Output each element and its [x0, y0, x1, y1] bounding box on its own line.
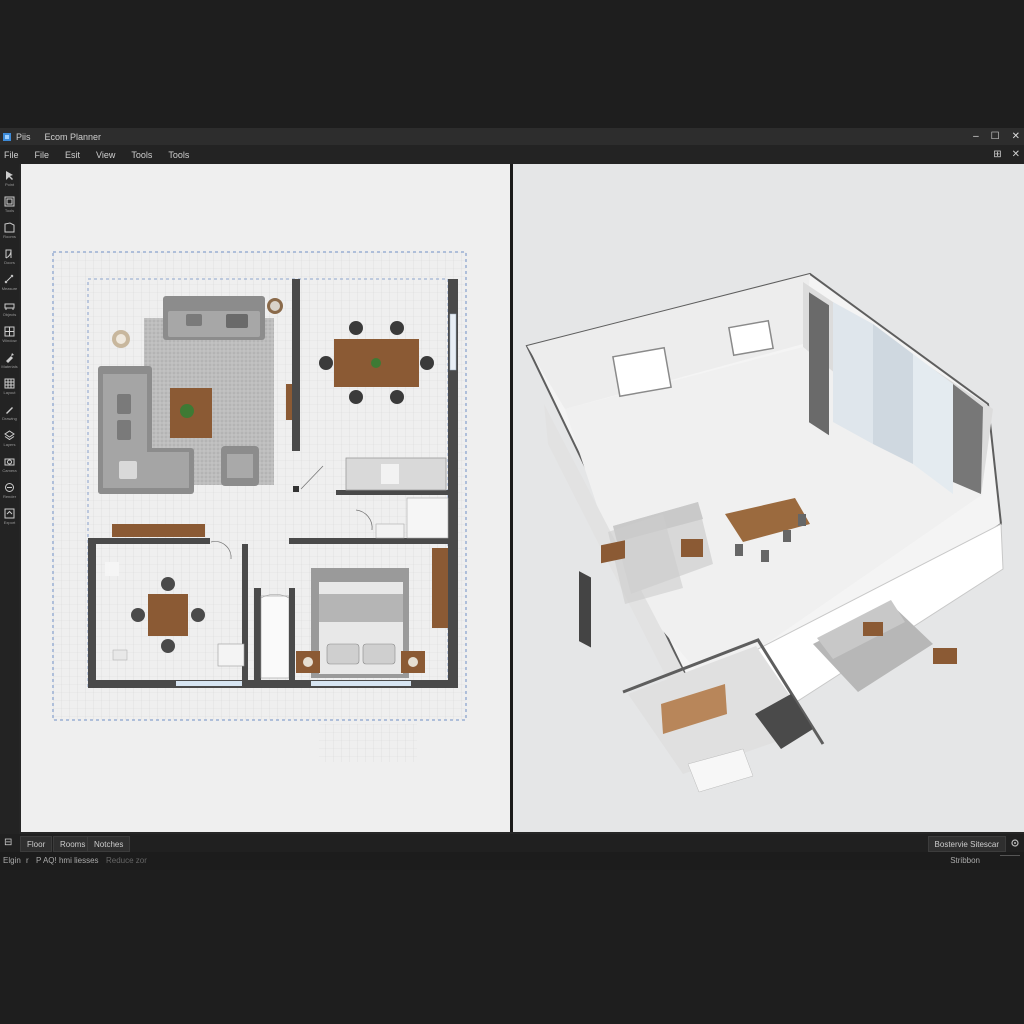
tool-room[interactable]: Rooms: [0, 220, 19, 244]
status-item-2: r: [26, 856, 29, 865]
tool-palette: Point Tools Rooms Doors Measure Objects Window…: [0, 164, 19, 834]
tool-label: Drawing: [2, 416, 17, 421]
tool-paint[interactable]: Materials: [0, 350, 19, 374]
status-bar: Elgin r P AQ! hmi liesses Reduce zor Str…: [0, 852, 1024, 870]
status-scroll-indicator: [1000, 855, 1020, 857]
paint-icon: [6, 353, 14, 363]
tool-select[interactable]: Point: [0, 168, 19, 192]
window-icon: [4, 326, 15, 337]
floor-plan-canvas[interactable]: [21, 164, 510, 832]
tool-furniture[interactable]: Objects: [0, 298, 19, 322]
bottom-tabs-bar: ⊟ Floor Rooms Notches Bostervie Sitescar: [0, 834, 1024, 852]
menu-edit[interactable]: Esit: [65, 150, 80, 160]
tool-label: Rooms: [3, 234, 16, 239]
tool-layer[interactable]: Layers: [0, 428, 19, 452]
tool-label: Render: [2, 494, 17, 499]
tool-door[interactable]: Doors: [0, 246, 19, 270]
app-window: Piis Ecom Planner – ☐ ✕ File File Esit V…: [0, 128, 1024, 870]
menu-bar: File File Esit View Tools Tools ⊞ ✕: [0, 145, 1024, 164]
model-3d-pane[interactable]: [513, 164, 1024, 832]
model-3d-canvas[interactable]: [513, 164, 1024, 832]
tool-camera[interactable]: Camera: [0, 454, 19, 478]
door-icon: [5, 249, 12, 259]
panel-toggle-icon[interactable]: ⊟: [4, 837, 12, 848]
menu-file-1[interactable]: File: [4, 150, 19, 160]
settings-icon[interactable]: [1010, 838, 1020, 848]
title-bar: Piis Ecom Planner – ☐ ✕: [0, 128, 1024, 145]
tool-label: Tools: [4, 208, 15, 213]
maximize-button[interactable]: ☐: [991, 131, 1000, 142]
room-icon: [4, 222, 15, 233]
status-item-1: Elgin: [3, 856, 21, 865]
tool-wall[interactable]: Tools: [0, 194, 19, 218]
minimize-button[interactable]: –: [973, 131, 979, 142]
tool-measure[interactable]: Measure: [0, 272, 19, 296]
tool-render[interactable]: Render: [0, 480, 19, 504]
menu-file-2[interactable]: File: [35, 150, 50, 160]
furniture-icon: [4, 303, 15, 310]
tab-floor[interactable]: Floor: [20, 836, 53, 852]
tab-notches[interactable]: Notches: [87, 836, 131, 852]
tool-label: Layers: [3, 442, 16, 447]
wall-art-2: [728, 319, 774, 357]
tool-label: Materials: [1, 364, 18, 369]
app-logo-icon: [3, 132, 11, 141]
layout-toggle-button[interactable]: ⊞: [993, 149, 1001, 160]
app-logo-label: Piis: [16, 131, 31, 142]
camera-icon: [4, 458, 15, 466]
measure-icon: [4, 274, 14, 284]
tool-label: Window: [2, 338, 17, 343]
tv-console[interactable]: [112, 524, 205, 537]
pen-icon: [6, 407, 13, 414]
tool-grid[interactable]: Layout: [0, 376, 19, 400]
tool-label: Measure: [1, 286, 18, 291]
room-model[interactable]: [525, 272, 1004, 793]
render-icon: [5, 483, 14, 492]
tool-pen[interactable]: Drawing: [0, 402, 19, 426]
tool-label: Doors: [4, 260, 15, 265]
select-icon: [6, 171, 13, 180]
wall-icon: [4, 196, 15, 207]
pane-close-button[interactable]: ✕: [1012, 149, 1020, 160]
tool-label: Camera: [2, 468, 17, 473]
tv-3d: [579, 571, 591, 648]
app-title: Ecom Planner: [44, 131, 102, 142]
menu-view[interactable]: View: [96, 150, 115, 160]
tool-export[interactable]: Export: [0, 506, 19, 530]
floor-plan-2d-pane[interactable]: [21, 164, 510, 832]
wall-art-1: [612, 346, 672, 398]
tool-label: Layout: [3, 390, 16, 395]
export-icon: [4, 508, 15, 519]
layer-icon: [4, 430, 15, 441]
sofa-top[interactable]: [163, 296, 265, 340]
status-item-3: P AQ! hmi liesses: [36, 856, 99, 865]
tool-window[interactable]: Window: [0, 324, 19, 348]
menu-tools-1[interactable]: Tools: [131, 150, 152, 160]
view-options-button[interactable]: Bostervie Sitescar: [927, 836, 1006, 852]
menu-tools-2[interactable]: Tools: [168, 150, 189, 160]
grid-icon: [4, 378, 15, 389]
status-item-right: Stribbon: [950, 856, 980, 865]
tool-label: Export: [3, 520, 16, 525]
tool-label: Point: [4, 182, 15, 187]
close-button[interactable]: ✕: [1012, 131, 1020, 142]
armchair[interactable]: [221, 446, 259, 486]
status-item-4: Reduce zor: [106, 856, 147, 865]
tool-label: Objects: [2, 312, 17, 317]
